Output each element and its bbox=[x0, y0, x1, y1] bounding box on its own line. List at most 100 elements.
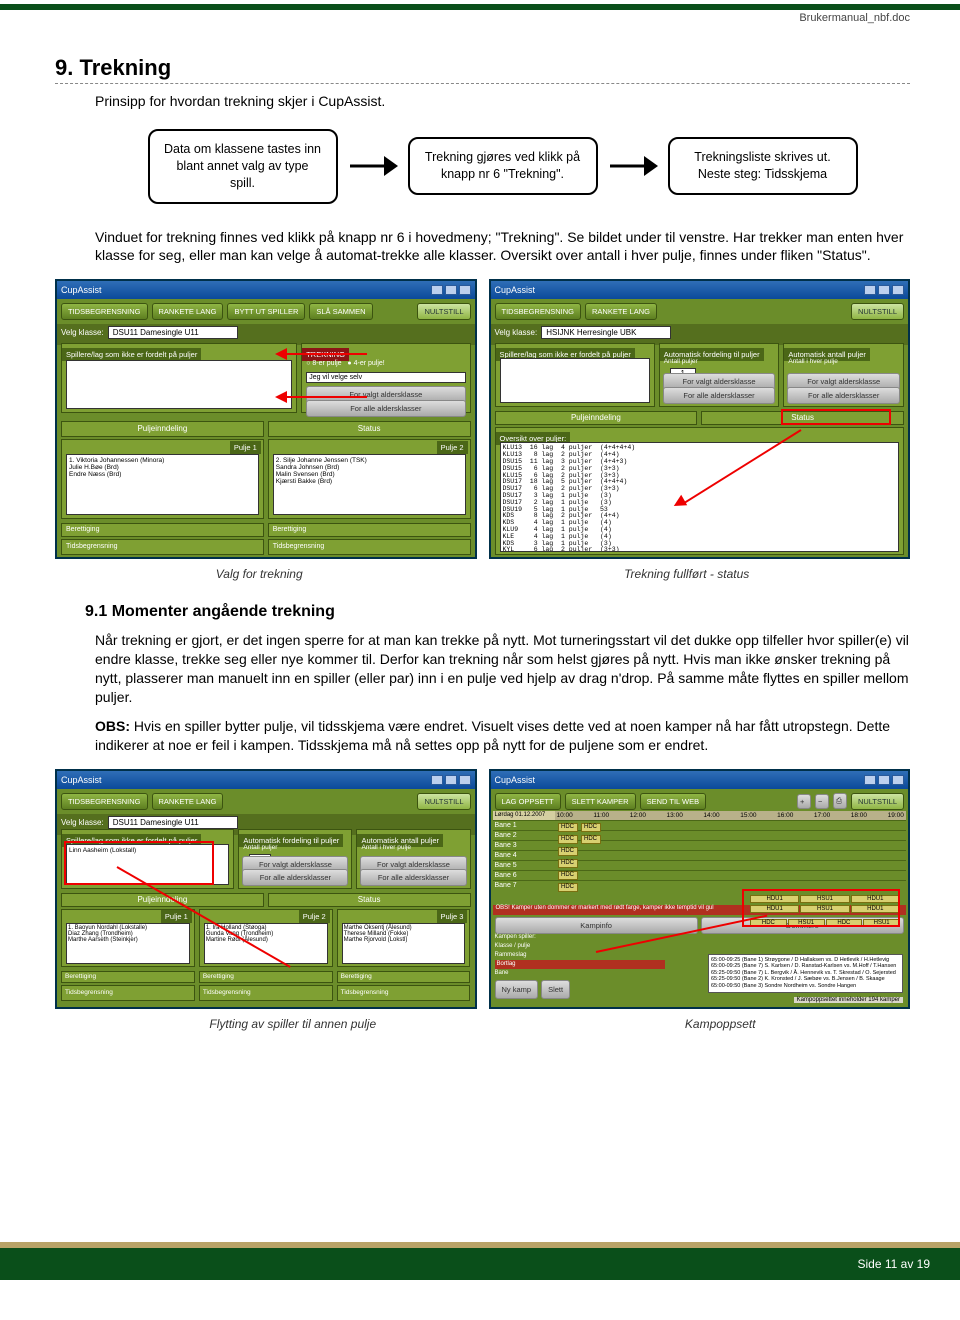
tab-button[interactable]: RANKETE LANG bbox=[152, 303, 224, 320]
pulje-2-panel: Pulje 2 2. Silje Johanne Jenssen (TSK) S… bbox=[268, 439, 471, 519]
auto-panel: Automatisk fordeling til puljer Antall p… bbox=[238, 829, 352, 889]
tidsbegrensning-row: Tidsbegrensning Tidsbegrensning bbox=[61, 539, 471, 555]
form-row-error: Bortlag bbox=[495, 960, 665, 969]
trekk-alle-button[interactable]: For alle aldersklasser bbox=[306, 400, 465, 417]
tidsbegrensning-label: Tidsbegrensning bbox=[268, 539, 471, 555]
class-selector-row: Velg klasse: HSIJNK Herresingle UBK bbox=[491, 324, 909, 345]
antall-label: Antall puljer bbox=[243, 844, 277, 851]
match-block[interactable]: HDC bbox=[558, 847, 578, 856]
minimize-icon[interactable] bbox=[431, 775, 443, 785]
tab-button[interactable]: RANKETE LANG bbox=[152, 793, 224, 810]
status-list: KLU13 16 lag 4 puljer (4+4+4+4) KLU13 8 … bbox=[500, 442, 900, 552]
pulje-2-players: 2. Silje Johanne Jenssen (TSK) Sandra Jo… bbox=[273, 454, 466, 515]
pulje-1-panel: Pulje 1 1. Viktoria Johannessen (Minora)… bbox=[61, 439, 264, 519]
action-button[interactable]: For alle aldersklasser bbox=[360, 869, 466, 886]
match-block[interactable]: HDC bbox=[558, 823, 578, 832]
sub-number: 9.1 bbox=[85, 603, 107, 620]
status-tab[interactable]: Status bbox=[268, 893, 471, 907]
bane-row: Bane 1 bbox=[493, 820, 907, 830]
tab-button[interactable]: TIDSBEGRENSNING bbox=[61, 793, 148, 810]
arrow-icon bbox=[348, 154, 398, 178]
tidsbegrensning-label: Tidsbegrensning bbox=[61, 539, 264, 555]
lag-oppsett-button[interactable]: LAG OPPSETT bbox=[495, 793, 561, 810]
close-icon[interactable] bbox=[459, 775, 471, 785]
form-label: Bortlag bbox=[497, 961, 516, 967]
match-block[interactable]: HDC bbox=[558, 859, 578, 868]
screenshot-kampoppsett: CupAssist LAG OPPSETT SLETT KAMPER SEND … bbox=[489, 769, 911, 1009]
minimize-icon[interactable] bbox=[864, 285, 876, 295]
select-label: Velg klasse: bbox=[61, 328, 104, 337]
tab-button[interactable]: SLÅ SAMMEN bbox=[309, 303, 372, 320]
match-block[interactable]: HDC bbox=[558, 835, 578, 844]
tab-button[interactable]: BYTT UT SPILLER bbox=[227, 303, 305, 320]
maximize-icon[interactable] bbox=[445, 285, 457, 295]
tab-button[interactable]: RANKETE LANG bbox=[585, 303, 657, 320]
option-select[interactable]: Jeg vil velge selv bbox=[306, 372, 465, 383]
ny-kamp-button[interactable]: Ny kamp bbox=[495, 980, 539, 999]
option-radio[interactable]: ○ 8-er pulje bbox=[306, 360, 341, 367]
minimize-icon[interactable] bbox=[864, 775, 876, 785]
print-icon[interactable]: ⎙ bbox=[833, 793, 847, 809]
class-select[interactable]: DSU11 Damesingle U11 bbox=[108, 326, 238, 339]
time-tick: 18:00 bbox=[851, 812, 867, 819]
upper-panels: Spillere/lag som ikke er fordelt på pulj… bbox=[61, 343, 471, 413]
berettiging-label: Berettiging bbox=[61, 971, 195, 983]
match-log: 65:00-09:25 (Bane 1) Strøygone / D Halla… bbox=[708, 954, 903, 993]
pulje-3-list[interactable]: Marthe Oksentj (Ålesund) Therese Milland… bbox=[342, 923, 466, 964]
auto-antall-panel: Automatisk antall puljer Antall i hver p… bbox=[356, 829, 470, 889]
arrow-icon bbox=[608, 154, 658, 178]
option-radio[interactable]: ● 4-er pulje! bbox=[347, 360, 384, 367]
berettiging-row: Berettiging Berettiging Berettiging bbox=[61, 971, 471, 983]
maximize-icon[interactable] bbox=[878, 285, 890, 295]
close-icon[interactable] bbox=[459, 285, 471, 295]
paragraph-2: Når trekning er gjort, er det ingen sper… bbox=[95, 631, 910, 707]
footer-bar: Side 11 av 19 bbox=[0, 1248, 960, 1280]
send-web-button[interactable]: SEND TIL WEB bbox=[640, 793, 707, 810]
select-label: Velg klasse: bbox=[495, 328, 538, 337]
kampinfo-tab[interactable]: Kampinfo bbox=[495, 917, 698, 934]
minimize-icon[interactable] bbox=[431, 285, 443, 295]
action-button[interactable]: For alle aldersklasser bbox=[663, 387, 776, 404]
slett-kamper-button[interactable]: SLETT KAMPER bbox=[565, 793, 636, 810]
match-block[interactable]: HDC bbox=[558, 883, 578, 892]
reset-button[interactable]: NULTSTILL bbox=[851, 793, 904, 810]
status-tab[interactable]: Status bbox=[268, 421, 471, 437]
action-button[interactable]: For alle aldersklasser bbox=[242, 869, 348, 886]
tids-label: Tidsbegrensning bbox=[337, 985, 471, 1001]
puljer-panels: Pulje 1 1. Viktoria Johannessen (Minora)… bbox=[61, 439, 471, 519]
players-list bbox=[500, 358, 650, 403]
maximize-icon[interactable] bbox=[445, 775, 457, 785]
flow-box-2: Trekning gjøres ved klikk på knapp nr 6 … bbox=[408, 137, 598, 195]
class-select[interactable]: DSU11 Damesingle U11 bbox=[108, 816, 238, 829]
reset-button[interactable]: NULTSTILL bbox=[417, 793, 470, 810]
class-select[interactable]: HSIJNK Herresingle UBK bbox=[541, 326, 671, 339]
match-block[interactable]: HDC bbox=[581, 835, 601, 844]
bane-row: Bane 5 bbox=[493, 860, 907, 870]
body: Prinsipp for hvordan trekning skjer i Cu… bbox=[95, 92, 910, 265]
berettiging-label: Berettiging bbox=[337, 971, 471, 983]
tab-button[interactable]: TIDSBEGRENSNING bbox=[495, 303, 582, 320]
reset-button[interactable]: NULTSTILL bbox=[851, 303, 904, 320]
highlight-box-icon bbox=[781, 409, 891, 425]
flow-box-1: Data om klassene tastes inn blant annet … bbox=[148, 129, 338, 204]
close-icon[interactable] bbox=[892, 285, 904, 295]
window-buttons bbox=[864, 775, 904, 785]
screenshots-row-1: CupAssist TIDSBEGRENSNING RANKETE LANG B… bbox=[55, 279, 910, 559]
pulje-1-list[interactable]: 1. Baoyun Nordahl (Lokstalle) Diaz Zhang… bbox=[66, 923, 190, 964]
tidsbegrensning-row: Tidsbegrensning Tidsbegrensning Tidsbegr… bbox=[61, 985, 471, 1001]
tab-button[interactable]: TIDSBEGRENSNING bbox=[61, 303, 148, 320]
players-available-panel: Spillere/lag som ikke er fordelt på pulj… bbox=[495, 343, 655, 407]
screenshot-status: CupAssist TIDSBEGRENSNING RANKETE LANG N… bbox=[489, 279, 911, 559]
reset-button[interactable]: NULTSTILL bbox=[417, 303, 470, 320]
match-block[interactable]: HDC bbox=[558, 871, 578, 880]
slett-button[interactable]: Slett bbox=[541, 980, 570, 999]
zoom-in-icon[interactable]: + bbox=[797, 794, 811, 809]
zoom-out-icon[interactable]: − bbox=[815, 794, 829, 809]
time-header-row: Lørdag 01.12.2007 10:00 11:00 12:00 13:0… bbox=[493, 811, 907, 820]
maximize-icon[interactable] bbox=[878, 775, 890, 785]
flow-box-3: Trekningsliste skrives ut. Neste steg: T… bbox=[668, 137, 858, 195]
action-button[interactable]: For alle aldersklasser bbox=[787, 387, 900, 404]
close-icon[interactable] bbox=[892, 775, 904, 785]
match-block[interactable]: HDC bbox=[581, 823, 601, 832]
bane-row: Bane 4 bbox=[493, 850, 907, 860]
